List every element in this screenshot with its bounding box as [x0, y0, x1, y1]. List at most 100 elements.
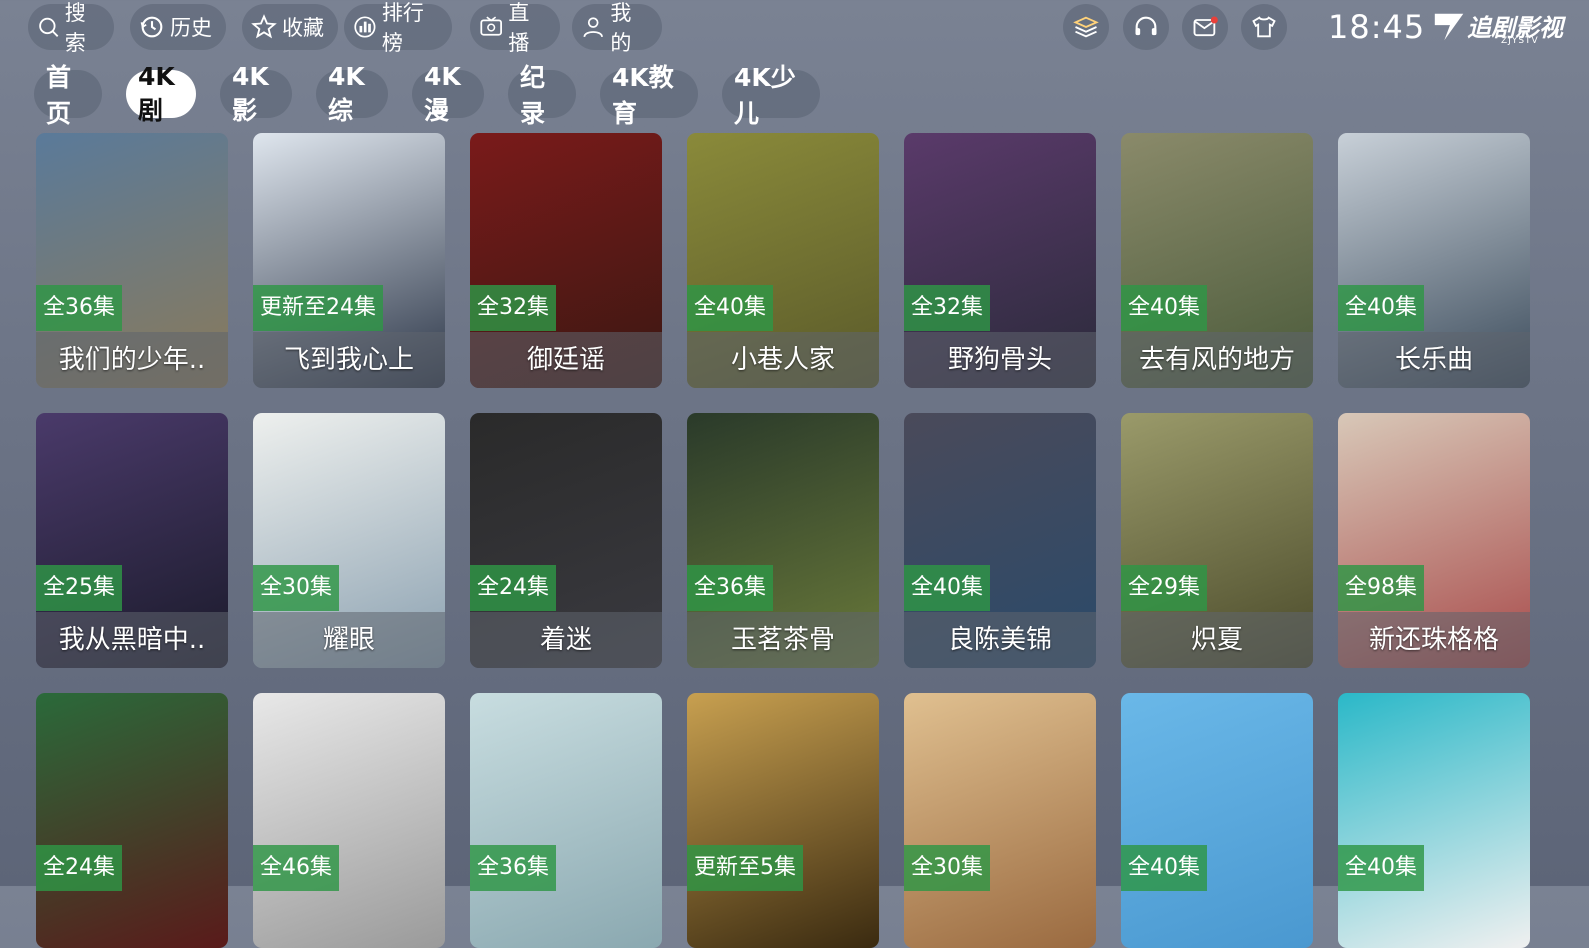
tshirt-icon	[1252, 16, 1276, 38]
live-label: 直播	[508, 1, 530, 55]
history-button[interactable]: 历史	[130, 4, 226, 50]
episode-badge: 全98集	[1338, 565, 1424, 611]
drama-card[interactable]: 全29集 炽夏	[1121, 413, 1313, 668]
drama-title: 炽夏	[1121, 612, 1313, 668]
poster-image	[1121, 693, 1313, 948]
drama-card[interactable]: 全40集	[1121, 693, 1313, 948]
tab-home[interactable]: 首页	[34, 63, 102, 128]
poster-image	[687, 693, 879, 948]
episode-badge: 全30集	[253, 565, 339, 611]
layers-button[interactable]	[1063, 4, 1109, 50]
drama-title: 新还珠格格	[1338, 612, 1530, 668]
episode-badge: 全24集	[36, 845, 122, 891]
poster-image	[36, 693, 228, 948]
live-button[interactable]: 直播	[470, 1, 560, 55]
drama-title: 耀眼	[253, 612, 445, 668]
poster-image	[470, 693, 662, 948]
drama-title: 我从黑暗中..	[36, 612, 228, 668]
drama-card[interactable]: 全40集 去有风的地方	[1121, 133, 1313, 388]
drama-card[interactable]: 全46集	[253, 693, 445, 948]
logo-subtext: ZJYSTV	[1501, 36, 1539, 46]
tab-documentary[interactable]: 纪录	[508, 63, 576, 128]
episode-badge: 全32集	[470, 285, 556, 331]
drama-title: 野狗骨头	[904, 332, 1096, 388]
drama-title: 御廷谣	[470, 332, 662, 388]
drama-card[interactable]: 全40集 长乐曲	[1338, 133, 1530, 388]
episode-badge: 更新至24集	[253, 285, 383, 331]
drama-card[interactable]: 全24集	[36, 693, 228, 948]
tab-4k-variety[interactable]: 4K综	[316, 62, 388, 125]
profile-button[interactable]: 我的	[572, 1, 662, 55]
skin-button[interactable]	[1241, 4, 1287, 50]
drama-title: 小巷人家	[687, 332, 879, 388]
drama-card[interactable]: 更新至5集	[687, 693, 879, 948]
app-logo: 追剧影视 ZJYSTV	[1431, 6, 1581, 50]
poster-image	[1338, 693, 1530, 948]
drama-title: 着迷	[470, 612, 662, 668]
drama-title: 良陈美锦	[904, 612, 1096, 668]
episode-badge: 全46集	[253, 845, 339, 891]
drama-card[interactable]: 全24集 着迷	[470, 413, 662, 668]
drama-card[interactable]: 全36集 我们的少年..	[36, 133, 228, 388]
headset-icon	[1135, 16, 1157, 36]
search-icon	[39, 17, 59, 37]
history-label: 历史	[170, 16, 212, 40]
drama-card[interactable]: 全36集	[470, 693, 662, 948]
drama-card[interactable]: 全30集 耀眼	[253, 413, 445, 668]
episode-badge: 更新至5集	[687, 845, 803, 891]
layers-icon	[1073, 16, 1099, 38]
episode-badge: 全36集	[36, 285, 122, 331]
mail-icon	[1193, 16, 1218, 37]
episode-badge: 全40集	[1338, 845, 1424, 891]
favorites-button[interactable]: 收藏	[242, 4, 338, 50]
drama-card[interactable]: 全40集 小巷人家	[687, 133, 879, 388]
poster-image	[253, 693, 445, 948]
top-bar: 搜索 历史 收藏 排行榜 直播 我的 18:45 追剧影视 ZJYSTV	[28, 1, 1589, 55]
ranking-icon	[354, 16, 376, 38]
episode-badge: 全25集	[36, 565, 122, 611]
tv-icon	[480, 16, 502, 36]
episode-badge: 全24集	[470, 565, 556, 611]
mail-button[interactable]	[1182, 4, 1228, 50]
episode-badge: 全40集	[1121, 285, 1207, 331]
episode-badge: 全32集	[904, 285, 990, 331]
drama-card[interactable]: 全40集 良陈美锦	[904, 413, 1096, 668]
drama-card[interactable]: 全40集	[1338, 693, 1530, 948]
ranking-button[interactable]: 排行榜	[344, 1, 452, 55]
poster-image	[904, 693, 1096, 948]
drama-card[interactable]: 更新至24集 飞到我心上	[253, 133, 445, 388]
search-label: 搜索	[64, 1, 86, 55]
episode-badge: 全40集	[904, 565, 990, 611]
episode-badge: 全40集	[1121, 845, 1207, 891]
episode-badge: 全36集	[470, 845, 556, 891]
drama-card[interactable]: 全98集 新还珠格格	[1338, 413, 1530, 668]
tab-4k-drama[interactable]: 4K剧	[126, 62, 196, 125]
drama-title: 飞到我心上	[253, 332, 445, 388]
user-icon	[583, 17, 603, 38]
support-button[interactable]	[1123, 4, 1169, 50]
drama-card[interactable]: 全36集 玉茗茶骨	[687, 413, 879, 668]
drama-title: 去有风的地方	[1121, 332, 1313, 388]
drama-title: 我们的少年..	[36, 332, 228, 388]
episode-badge: 全30集	[904, 845, 990, 891]
ranking-label: 排行榜	[381, 1, 424, 55]
drama-card[interactable]: 全32集 野狗骨头	[904, 133, 1096, 388]
drama-card[interactable]: 全25集 我从黑暗中..	[36, 413, 228, 668]
logo-icon	[1434, 13, 1464, 41]
search-button[interactable]: 搜索	[28, 1, 114, 55]
drama-title: 玉茗茶骨	[687, 612, 879, 668]
drama-title: 长乐曲	[1338, 332, 1530, 388]
episode-badge: 全36集	[687, 565, 773, 611]
clock: 18:45	[1328, 8, 1426, 46]
star-icon	[251, 14, 277, 39]
episode-badge: 全40集	[1338, 285, 1424, 331]
drama-card[interactable]: 全30集	[904, 693, 1096, 948]
episode-badge: 全29集	[1121, 565, 1207, 611]
tab-4k-kids[interactable]: 4K少儿	[722, 63, 820, 128]
episode-badge: 全40集	[687, 285, 773, 331]
drama-card[interactable]: 全32集 御廷谣	[470, 133, 662, 388]
tab-4k-movie[interactable]: 4K影	[220, 62, 292, 125]
profile-label: 我的	[610, 1, 632, 55]
tab-4k-anime[interactable]: 4K漫	[412, 62, 484, 125]
tab-4k-education[interactable]: 4K教育	[600, 63, 698, 128]
